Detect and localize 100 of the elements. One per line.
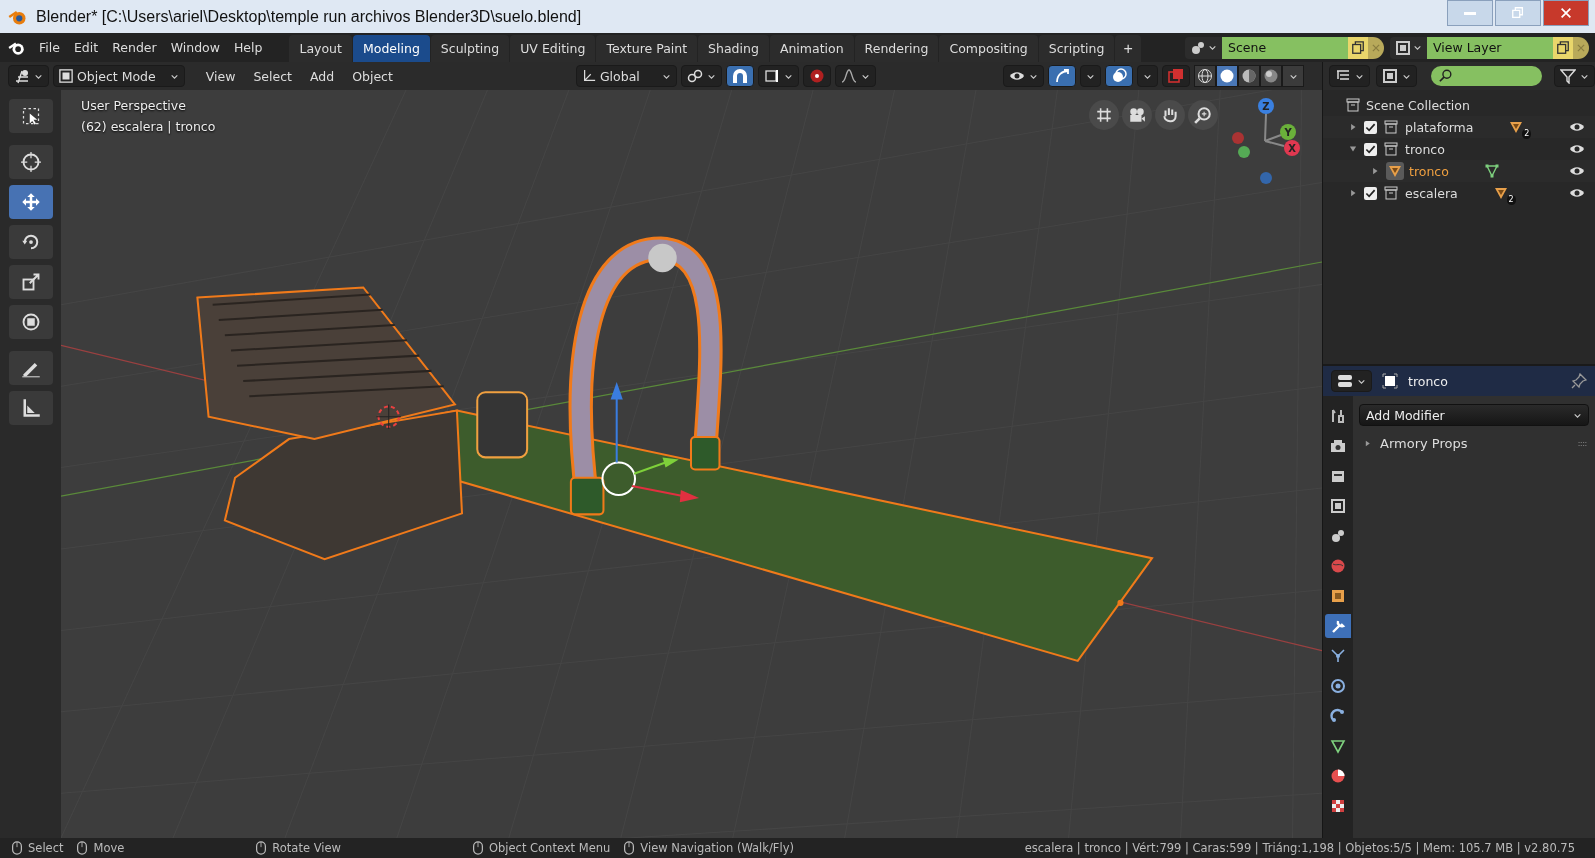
menu-item[interactable]: Edit <box>66 40 106 55</box>
zoom-button[interactable] <box>1188 100 1218 130</box>
scene-field[interactable]: Scene <box>1222 36 1348 59</box>
outliner-item[interactable]: escalera <box>1405 185 1458 201</box>
workspace-tab[interactable]: Sculpting <box>430 35 510 62</box>
close-icon <box>1559 6 1573 20</box>
workspace-tab[interactable]: Animation <box>769 35 854 62</box>
pivot-button[interactable] <box>680 65 722 87</box>
browse-button[interactable] <box>1390 36 1427 59</box>
collection-icon <box>1383 141 1399 157</box>
menu-item[interactable]: Object <box>345 68 400 84</box>
copy-button[interactable] <box>1348 36 1368 59</box>
gizmo-dropdown[interactable] <box>1080 65 1101 87</box>
restore-button[interactable] <box>1495 0 1541 26</box>
tool-button[interactable] <box>8 225 53 259</box>
panel-title[interactable]: Armory Props <box>1380 436 1569 451</box>
close-button[interactable] <box>1543 0 1589 26</box>
overlays-toggle[interactable] <box>1105 65 1133 87</box>
add-workspace-button[interactable]: + <box>1115 35 1141 62</box>
x-icon <box>1576 42 1586 53</box>
status-hint: Object Context Menu <box>488 841 611 855</box>
tool-button[interactable] <box>8 185 53 219</box>
minimize-button[interactable] <box>1447 0 1493 26</box>
scale-icon <box>20 272 41 292</box>
image-icon <box>1330 498 1346 514</box>
minimize-icon <box>1464 11 1476 15</box>
axis-handle[interactable] <box>1238 146 1250 158</box>
add-modifier-dropdown[interactable]: Add Modifier <box>1359 404 1589 426</box>
panel-arrow-icon[interactable] <box>1363 439 1372 448</box>
axis-handle[interactable] <box>1260 172 1272 184</box>
shading-button[interactable] <box>1260 65 1282 87</box>
mode-dropdown[interactable]: Object Mode <box>53 65 185 87</box>
falloff-dropdown[interactable] <box>834 65 876 87</box>
menu-item[interactable]: Add <box>303 68 342 84</box>
outliner-item[interactable]: tronco <box>1405 141 1445 157</box>
copy-button[interactable] <box>1553 36 1573 59</box>
solid-sphere-icon <box>1219 68 1235 84</box>
falloff-curve-icon <box>840 68 857 84</box>
camera-view-button[interactable] <box>1122 100 1152 130</box>
editor-type-button[interactable] <box>1331 370 1372 392</box>
tool-button[interactable] <box>8 265 53 299</box>
shading-button[interactable] <box>1216 65 1238 87</box>
menu-item[interactable]: View <box>198 68 243 84</box>
menu-item[interactable]: File <box>32 40 67 55</box>
zoom-icon <box>1194 106 1212 124</box>
axis-handle[interactable] <box>1232 132 1244 144</box>
workspace-tab[interactable]: UV Editing <box>510 35 596 62</box>
checkbox[interactable] <box>1364 186 1377 200</box>
checkbox[interactable] <box>1364 120 1377 134</box>
axis-handle[interactable]: Z <box>1258 98 1274 114</box>
shading-dropdown[interactable] <box>1282 65 1304 87</box>
browse-button[interactable] <box>1185 36 1222 59</box>
axis-handle[interactable]: Y <box>1280 124 1296 140</box>
count-badge: 2 <box>1522 129 1532 139</box>
material-sphere-icon <box>1241 68 1257 84</box>
workspace-tab[interactable]: Rendering <box>854 35 939 62</box>
filter-button[interactable] <box>1554 65 1595 87</box>
pan-button[interactable] <box>1155 100 1185 130</box>
snap-toggle[interactable] <box>725 65 754 87</box>
workspace-tab[interactable]: Compositing <box>939 35 1038 62</box>
triangle-icon <box>1370 166 1380 176</box>
workspace-tab[interactable]: Texture Paint <box>596 35 698 62</box>
menu-item[interactable]: Window <box>163 40 227 55</box>
workspace-tab[interactable]: Layout <box>289 35 352 62</box>
snap-dropdown[interactable] <box>757 65 799 87</box>
editor-type-button[interactable] <box>8 65 49 87</box>
orientation-dropdown[interactable]: Global <box>575 65 677 87</box>
tool-button[interactable] <box>8 305 53 339</box>
editor-type-button[interactable] <box>1329 65 1370 87</box>
shading-button[interactable] <box>1194 65 1216 87</box>
display-mode-button[interactable] <box>1376 65 1417 87</box>
unlink-button[interactable] <box>1368 36 1384 59</box>
workspace-tab[interactable]: Modeling <box>352 35 430 62</box>
menu-item[interactable]: Help <box>226 40 270 55</box>
xray-toggle[interactable] <box>1162 65 1190 87</box>
tool-button[interactable] <box>8 145 53 179</box>
overlays-dropdown[interactable] <box>1137 65 1158 87</box>
unlink-button[interactable] <box>1573 36 1589 59</box>
outliner-item[interactable]: tronco <box>1409 163 1449 179</box>
tool-button[interactable] <box>8 351 53 385</box>
grid-view-button[interactable] <box>1089 100 1119 130</box>
scene-icon <box>1330 528 1346 544</box>
mouse-icon <box>622 841 637 855</box>
status-hint: View Navigation (Walk/Fly) <box>640 841 794 855</box>
outliner-item[interactable]: plataforma <box>1405 119 1474 135</box>
proportional-toggle[interactable] <box>802 65 831 87</box>
menu-item[interactable]: Select <box>246 68 299 84</box>
tool-button[interactable] <box>8 391 53 425</box>
outliner-item[interactable]: Scene Collection <box>1366 97 1470 113</box>
axis-handle[interactable]: X <box>1284 140 1300 156</box>
search-field[interactable] <box>1431 66 1542 86</box>
workspace-tab[interactable]: Scripting <box>1038 35 1115 62</box>
view-layer-field[interactable]: View Layer <box>1427 36 1553 59</box>
shading-button[interactable] <box>1238 65 1260 87</box>
visibility-dropdown[interactable] <box>1003 65 1044 87</box>
workspace-tab[interactable]: Shading <box>698 35 769 62</box>
checkbox[interactable] <box>1364 142 1377 156</box>
gizmo-toggle[interactable] <box>1048 65 1076 87</box>
menu-item[interactable]: Render <box>105 40 164 55</box>
tool-button[interactable] <box>8 99 53 133</box>
